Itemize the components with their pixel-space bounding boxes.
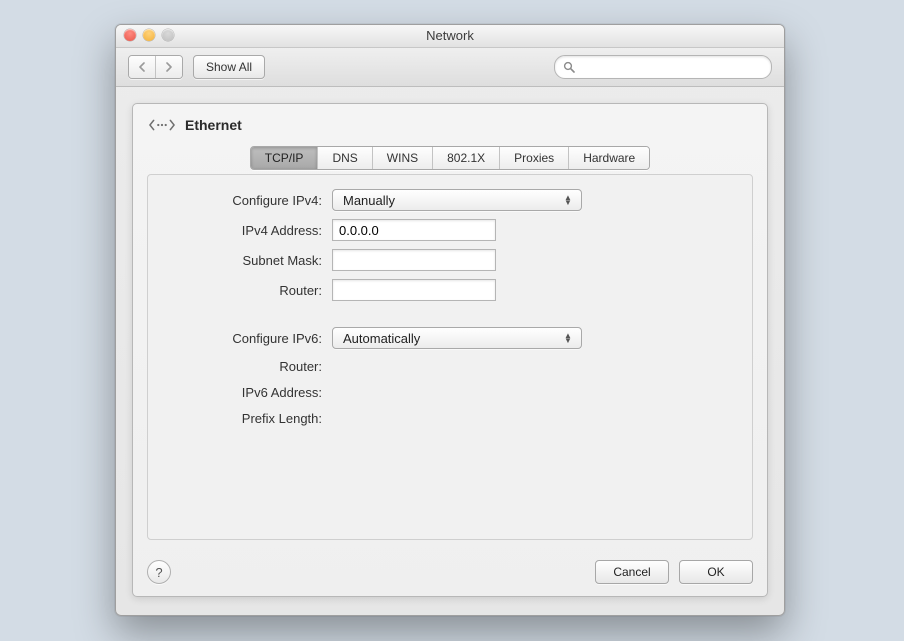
ok-button[interactable]: OK: [679, 560, 753, 584]
window-titlebar: Network: [116, 25, 784, 48]
configure-ipv4-value: Manually: [343, 193, 395, 208]
tcpip-form: Configure IPv4: Manually ▲▼ IPv4 Address…: [162, 189, 738, 427]
router-ipv6-value: [332, 357, 588, 375]
ethernet-icon: [149, 116, 175, 134]
tab-tcpip[interactable]: TCP/IP: [251, 147, 318, 169]
help-button[interactable]: ?: [147, 560, 171, 584]
ipv4-address-input[interactable]: [332, 219, 496, 241]
search-icon: [563, 61, 575, 73]
label-prefix-length: Prefix Length:: [162, 411, 322, 426]
minimize-window-button[interactable]: [143, 29, 155, 41]
search-field[interactable]: [554, 55, 772, 79]
forward-button[interactable]: [155, 56, 182, 78]
configure-ipv6-value: Automatically: [343, 331, 420, 346]
back-button[interactable]: [129, 56, 155, 78]
help-icon: ?: [155, 565, 162, 580]
tab-8021x[interactable]: 802.1X: [432, 147, 499, 169]
router-ipv4-input[interactable]: [332, 279, 496, 301]
interface-title: Ethernet: [185, 117, 242, 133]
chevron-left-icon: [138, 62, 146, 72]
configure-ipv4-popup[interactable]: Manually ▲▼: [332, 189, 582, 211]
updown-arrows-icon: ▲▼: [561, 333, 575, 343]
zoom-window-button[interactable]: [162, 29, 174, 41]
sheet-footer: ? Cancel OK: [147, 560, 753, 584]
cancel-button[interactable]: Cancel: [595, 560, 669, 584]
chevron-right-icon: [165, 62, 173, 72]
window-title: Network: [426, 28, 474, 43]
subnet-mask-input[interactable]: [332, 249, 496, 271]
close-window-button[interactable]: [124, 29, 136, 41]
ipv6-address-value: [332, 383, 588, 401]
nav-back-forward: [128, 55, 183, 79]
configure-ipv6-popup[interactable]: Automatically ▲▼: [332, 327, 582, 349]
network-prefs-window: Network Show All: [115, 24, 785, 616]
label-subnet-mask: Subnet Mask:: [162, 253, 322, 268]
window-controls: [124, 29, 174, 41]
tab-proxies[interactable]: Proxies: [499, 147, 568, 169]
search-input[interactable]: [580, 59, 763, 75]
label-ipv6-address: IPv6 Address:: [162, 385, 322, 400]
advanced-sheet: Ethernet TCP/IP DNS WINS 802.1X Proxies …: [132, 103, 768, 597]
sheet-header: Ethernet: [133, 104, 767, 140]
tab-hardware[interactable]: Hardware: [568, 147, 649, 169]
tabs-row: TCP/IP DNS WINS 802.1X Proxies Hardware: [133, 146, 767, 170]
tab-bar: TCP/IP DNS WINS 802.1X Proxies Hardware: [250, 146, 650, 170]
tab-wins[interactable]: WINS: [372, 147, 432, 169]
label-router-ipv4: Router:: [162, 283, 322, 298]
tcpip-panel: Configure IPv4: Manually ▲▼ IPv4 Address…: [147, 174, 753, 540]
show-all-button[interactable]: Show All: [193, 55, 265, 79]
show-all-label: Show All: [206, 60, 252, 74]
updown-arrows-icon: ▲▼: [561, 195, 575, 205]
label-configure-ipv4: Configure IPv4:: [162, 193, 322, 208]
toolbar: Show All: [116, 48, 784, 87]
prefix-length-value: [332, 409, 588, 427]
label-ipv4-address: IPv4 Address:: [162, 223, 322, 238]
label-configure-ipv6: Configure IPv6:: [162, 331, 322, 346]
tab-dns[interactable]: DNS: [317, 147, 371, 169]
label-router-ipv6: Router:: [162, 359, 322, 374]
